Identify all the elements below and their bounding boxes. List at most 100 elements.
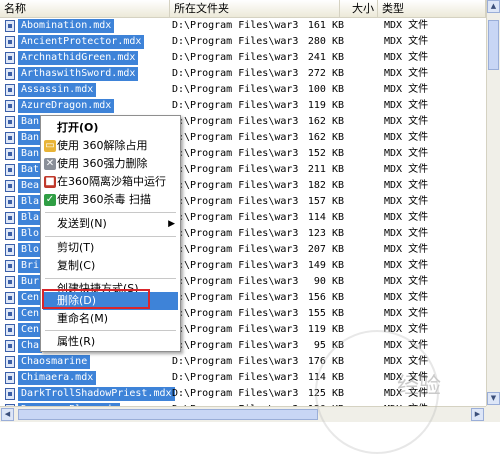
file-folder: D:\Program Files\war3 xyxy=(172,276,299,287)
file-name[interactable]: Bla xyxy=(18,195,43,209)
menu-item-properties[interactable]: 属性(R) xyxy=(43,333,178,351)
file-folder: D:\Program Files\war3 xyxy=(172,148,299,159)
column-folder[interactable]: 所在文件夹 xyxy=(170,0,340,17)
menu-item-scan[interactable]: ✓ 使用 360杀毒 扫描 xyxy=(43,191,178,209)
file-folder: D:\Program Files\war3 xyxy=(172,212,299,223)
file-name[interactable]: Blo xyxy=(18,243,43,257)
file-type: MDX 文件 xyxy=(384,180,429,191)
file-size: 114 KB xyxy=(307,212,344,223)
file-icon xyxy=(5,356,15,368)
file-type: MDX 文件 xyxy=(384,100,429,111)
menu-label-send-to: 发送到(N) xyxy=(57,217,107,230)
file-folder: D:\Program Files\war3 xyxy=(172,324,299,335)
table-row[interactable]: AzureDragon.mdx D:\Program Files\war3 119 … xyxy=(0,98,486,114)
folder-icon: ▭ xyxy=(44,140,56,152)
file-type: MDX 文件 xyxy=(384,196,429,207)
file-name[interactable]: Bea xyxy=(18,179,43,193)
file-folder: D:\Program Files\war3 xyxy=(172,180,299,191)
file-icon xyxy=(5,388,15,400)
file-name[interactable]: Ban xyxy=(18,115,43,129)
table-row[interactable]: AncientProtector.mdx D:\Program Files\war… xyxy=(0,34,486,50)
menu-item-unlock[interactable]: ▭ 使用 360解除占用 xyxy=(43,137,178,155)
menu-separator xyxy=(45,236,176,237)
file-name[interactable]: Cen xyxy=(18,323,43,337)
file-size: 207 KB xyxy=(307,244,344,255)
file-name[interactable]: ArthaswithSword.mdx xyxy=(18,67,139,81)
file-icon xyxy=(5,164,15,176)
vertical-scrollbar[interactable]: ▲ ▼ xyxy=(486,0,500,406)
menu-label-cut: 剪切(T) xyxy=(57,241,95,254)
file-folder: D:\Program Files\war3 xyxy=(172,228,299,239)
file-name[interactable]: Bla xyxy=(18,211,43,225)
file-icon xyxy=(5,36,15,48)
horizontal-scroll-thumb[interactable] xyxy=(18,409,318,420)
column-size[interactable]: 大小 xyxy=(340,0,378,17)
file-icon xyxy=(5,132,15,144)
file-size: 123 KB xyxy=(307,228,344,239)
menu-item-force-delete[interactable]: ✕ 使用 360强力删除 xyxy=(43,155,178,173)
file-name[interactable]: DarkTrollShadowPriest.mdx xyxy=(18,387,175,401)
file-name[interactable]: Ban xyxy=(18,131,43,145)
file-name[interactable]: Abomination.mdx xyxy=(18,19,115,33)
file-icon xyxy=(5,196,15,208)
file-folder: D:\Program Files\war3 xyxy=(172,340,299,351)
file-name[interactable]: AncientProtector.mdx xyxy=(18,35,145,49)
file-name[interactable]: Ban xyxy=(18,147,43,161)
menu-item-sandbox[interactable]: ■ 在360隔离沙箱中运行 xyxy=(43,173,178,191)
table-row[interactable]: Abomination.mdx D:\Program Files\war3 161 … xyxy=(0,18,486,34)
vertical-scroll-thumb[interactable] xyxy=(488,20,499,70)
file-name[interactable]: AzureDragon.mdx xyxy=(18,99,115,113)
file-size: 149 KB xyxy=(307,260,344,271)
shield-icon: ✓ xyxy=(44,194,56,206)
file-folder: D:\Program Files\war3 xyxy=(172,292,299,303)
file-size: 182 KB xyxy=(307,180,344,191)
file-folder: D:\Program Files\war3 xyxy=(172,84,299,95)
file-folder: D:\Program Files\war3 xyxy=(172,260,299,271)
scroll-left-icon[interactable]: ◀ xyxy=(1,408,14,421)
file-icon xyxy=(5,148,15,160)
file-name[interactable]: Bri xyxy=(18,259,43,273)
menu-item-copy[interactable]: 复制(C) xyxy=(43,257,178,275)
menu-item-cut[interactable]: 剪切(T) xyxy=(43,239,178,257)
submenu-arrow-icon: ▶ xyxy=(168,219,175,229)
menu-label-unlock: 使用 360解除占用 xyxy=(57,139,148,152)
file-type: MDX 文件 xyxy=(384,132,429,143)
column-name[interactable]: 名称 xyxy=(0,0,170,17)
menu-item-send-to[interactable]: 发送到(N) ▶ xyxy=(43,215,178,233)
menu-item-rename[interactable]: 重命名(M) xyxy=(43,310,178,328)
file-name[interactable]: Bat xyxy=(18,163,43,177)
trash-icon: ✕ xyxy=(44,158,56,170)
file-name[interactable]: Chimaera.mdx xyxy=(18,371,97,385)
file-list-window: 名称 所在文件夹 大小 类型 Abomination.mdx D:\Program… xyxy=(0,0,500,454)
file-icon xyxy=(5,372,15,384)
scroll-down-icon[interactable]: ▼ xyxy=(487,392,500,405)
menu-label-copy: 复制(C) xyxy=(57,259,96,272)
file-name[interactable]: ArchnathidGreen.mdx xyxy=(18,51,139,65)
file-icon xyxy=(5,276,15,288)
table-row[interactable]: Assassin.mdx D:\Program Files\war3 100 KB M… xyxy=(0,82,486,98)
file-size: 241 KB xyxy=(307,52,344,63)
file-folder: D:\Program Files\war3 xyxy=(172,116,299,127)
scroll-up-icon[interactable]: ▲ xyxy=(487,0,500,13)
file-size: 162 KB xyxy=(307,116,344,127)
resize-grip xyxy=(486,406,500,422)
file-name[interactable]: Assassin.mdx xyxy=(18,83,97,97)
menu-label-open: 打开(O) xyxy=(57,121,99,134)
file-folder: D:\Program Files\war3 xyxy=(172,356,299,367)
file-icon xyxy=(5,292,15,304)
file-name[interactable]: Cen xyxy=(18,291,43,305)
column-type[interactable]: 类型 xyxy=(378,0,486,17)
file-size: 162 KB xyxy=(307,132,344,143)
file-folder: D:\Program Files\war3 xyxy=(172,388,299,399)
table-row[interactable]: ArthaswithSword.mdx D:\Program Files\war3… xyxy=(0,66,486,82)
table-row[interactable]: ArchnathidGreen.mdx D:\Program Files\war3… xyxy=(0,50,486,66)
file-name[interactable]: Chaosmarine xyxy=(18,355,91,369)
menu-item-open[interactable]: 打开(O) xyxy=(43,119,178,137)
file-size: 155 KB xyxy=(307,308,344,319)
file-name[interactable]: Blo xyxy=(18,227,43,241)
file-name[interactable]: Cen xyxy=(18,307,43,321)
file-size: 90 KB xyxy=(313,276,344,287)
file-name[interactable]: Bur xyxy=(18,275,43,289)
file-size: 157 KB xyxy=(307,196,344,207)
file-name[interactable]: Cha xyxy=(18,339,43,353)
